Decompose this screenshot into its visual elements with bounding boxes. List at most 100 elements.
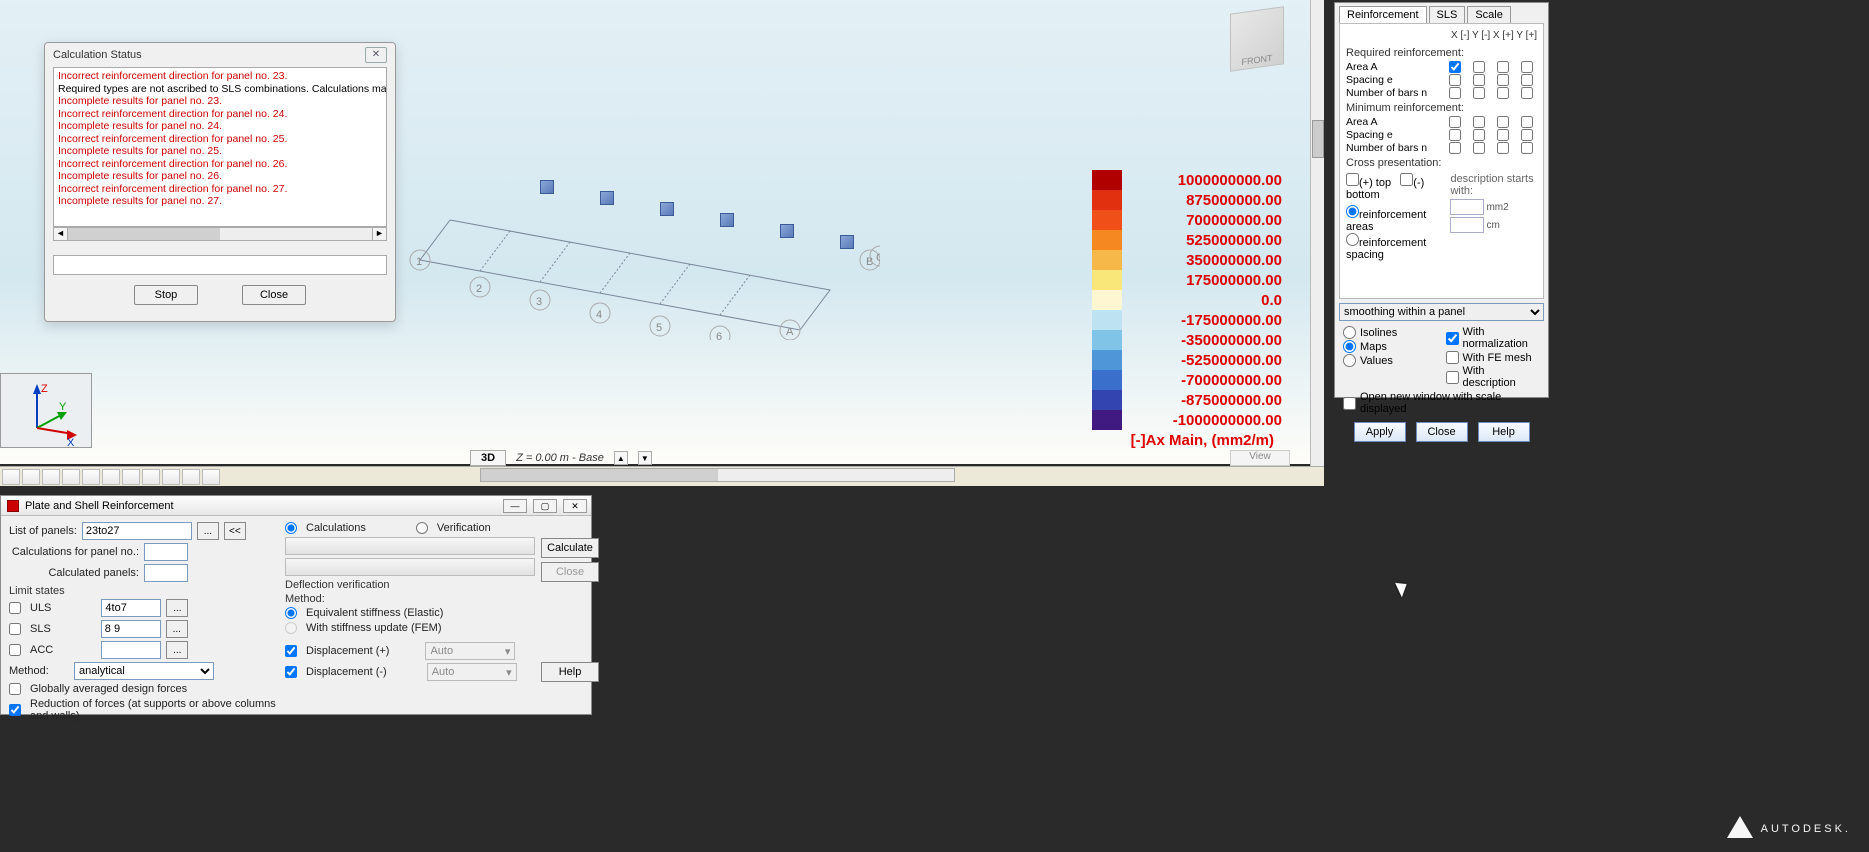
sls-checkbox[interactable] <box>9 623 21 635</box>
method-select[interactable]: analytical <box>74 662 214 680</box>
uls-checkbox[interactable] <box>9 602 21 614</box>
mode-3d[interactable]: 3D <box>470 450 506 466</box>
message-list[interactable]: Incorrect reinforcement direction for pa… <box>53 67 387 227</box>
spin-down-icon[interactable]: ▼ <box>638 451 652 465</box>
sls-input[interactable] <box>101 620 161 638</box>
tab-scale[interactable]: Scale <box>1467 6 1511 23</box>
min-areaa-yminus[interactable] <box>1473 116 1485 128</box>
req-spc-yplus[interactable] <box>1521 74 1533 86</box>
tool-icon[interactable] <box>202 469 220 485</box>
req-areaa-yplus[interactable] <box>1521 61 1533 73</box>
min-spc-yminus[interactable] <box>1473 129 1485 141</box>
minimize-icon[interactable]: — <box>503 499 527 513</box>
acc-input[interactable] <box>101 641 161 659</box>
globally-avg-checkbox[interactable] <box>9 683 21 695</box>
acc-checkbox[interactable] <box>9 644 21 656</box>
reinf-help-button[interactable]: Help <box>1478 422 1530 442</box>
req-areaa-xplus[interactable] <box>1497 61 1509 73</box>
values-radio[interactable] <box>1343 354 1356 367</box>
vertical-scrollbar[interactable] <box>1310 0 1324 486</box>
list-hscroll[interactable]: ◄ ► <box>53 227 387 241</box>
req-spc-xplus[interactable] <box>1497 74 1509 86</box>
tool-icon[interactable] <box>82 469 100 485</box>
min-bars-yplus[interactable] <box>1521 142 1533 154</box>
tool-icon[interactable] <box>162 469 180 485</box>
legend-value: -700000000.00 <box>1122 372 1282 389</box>
calc-for-panel-input[interactable] <box>144 543 188 561</box>
min-spc-yplus[interactable] <box>1521 129 1533 141</box>
verification-radio[interactable] <box>416 522 428 534</box>
eq-stiffness-radio[interactable] <box>285 607 297 619</box>
reinf-areas-radio[interactable] <box>1346 205 1359 218</box>
tool-icon[interactable] <box>182 469 200 485</box>
min-areaa-yplus[interactable] <box>1521 116 1533 128</box>
min-spc-xplus[interactable] <box>1497 129 1509 141</box>
plus-top-checkbox[interactable] <box>1346 173 1359 186</box>
tab-reinforcement[interactable]: Reinforcement <box>1339 6 1427 23</box>
open-new-window-checkbox[interactable] <box>1343 397 1356 410</box>
req-areaa-xminus[interactable] <box>1449 61 1461 73</box>
calculations-radio[interactable] <box>285 522 297 534</box>
scroll-right-icon[interactable]: ► <box>372 228 386 240</box>
view-tab[interactable]: View <box>1230 450 1290 466</box>
view-hscroll[interactable] <box>480 468 955 482</box>
spin-up-icon[interactable]: ▲ <box>614 451 628 465</box>
disp-minus-select[interactable]: Auto▾ <box>427 663 517 681</box>
reinf-spacing-radio[interactable] <box>1346 233 1359 246</box>
panels-browse-button[interactable]: ... <box>197 522 219 540</box>
with-fe-checkbox[interactable] <box>1446 351 1459 364</box>
disp-minus-checkbox[interactable] <box>285 666 297 678</box>
calculated-panels-input[interactable] <box>144 564 188 582</box>
with-norm-checkbox[interactable] <box>1446 332 1459 345</box>
tool-icon[interactable] <box>2 469 20 485</box>
maximize-icon[interactable]: ▢ <box>533 499 557 513</box>
uls-browse-button[interactable]: ... <box>166 599 188 617</box>
with-desc-checkbox[interactable] <box>1446 371 1459 384</box>
tool-icon[interactable] <box>142 469 160 485</box>
list-of-panels-input[interactable] <box>82 522 192 540</box>
reinf-close-button[interactable]: Close <box>1416 422 1468 442</box>
close-button[interactable]: Close <box>242 285 306 305</box>
min-areaa-xplus[interactable] <box>1497 116 1509 128</box>
min-bars-xplus[interactable] <box>1497 142 1509 154</box>
req-spc-xminus[interactable] <box>1449 74 1461 86</box>
maps-radio[interactable] <box>1343 340 1356 353</box>
tool-icon[interactable] <box>62 469 80 485</box>
req-bars-xminus[interactable] <box>1449 87 1461 99</box>
tool-icon[interactable] <box>122 469 140 485</box>
stop-button[interactable]: Stop <box>134 285 198 305</box>
psr-help-button[interactable]: Help <box>541 662 599 682</box>
req-bars-xplus[interactable] <box>1497 87 1509 99</box>
tool-icon[interactable] <box>22 469 40 485</box>
close-icon[interactable]: ✕ <box>563 499 587 513</box>
req-bars-yplus[interactable] <box>1521 87 1533 99</box>
tab-sls[interactable]: SLS <box>1429 6 1466 23</box>
apply-button[interactable]: Apply <box>1354 422 1406 442</box>
panels-prev-button[interactable]: << <box>224 522 246 540</box>
smoothing-select[interactable]: smoothing within a panel <box>1339 303 1544 321</box>
disp-plus-select[interactable]: Auto▾ <box>425 642 515 660</box>
min-bars-xminus[interactable] <box>1449 142 1461 154</box>
close-icon[interactable]: ✕ <box>365 47 387 63</box>
scroll-left-icon[interactable]: ◄ <box>54 228 68 240</box>
tool-icon[interactable] <box>42 469 60 485</box>
min-areaa-xminus[interactable] <box>1449 116 1461 128</box>
viewcube[interactable]: FRONT <box>1230 6 1284 72</box>
spacing-value-input[interactable] <box>1450 217 1484 233</box>
req-spc-yminus[interactable] <box>1473 74 1485 86</box>
uls-input[interactable] <box>101 599 161 617</box>
acc-browse-button[interactable]: ... <box>166 641 188 659</box>
minus-bottom-checkbox[interactable] <box>1400 173 1413 186</box>
tool-icon[interactable] <box>102 469 120 485</box>
disp-plus-checkbox[interactable] <box>285 645 297 657</box>
calculate-button[interactable]: Calculate <box>541 538 599 558</box>
psr-close-button[interactable]: Close <box>541 562 599 582</box>
req-areaa-yminus[interactable] <box>1473 61 1485 73</box>
min-bars-yminus[interactable] <box>1473 142 1485 154</box>
isolines-radio[interactable] <box>1343 326 1356 339</box>
min-spc-xminus[interactable] <box>1449 129 1461 141</box>
areas-value-input[interactable] <box>1450 199 1484 215</box>
sls-browse-button[interactable]: ... <box>166 620 188 638</box>
reduction-checkbox[interactable] <box>9 704 21 716</box>
req-bars-yminus[interactable] <box>1473 87 1485 99</box>
